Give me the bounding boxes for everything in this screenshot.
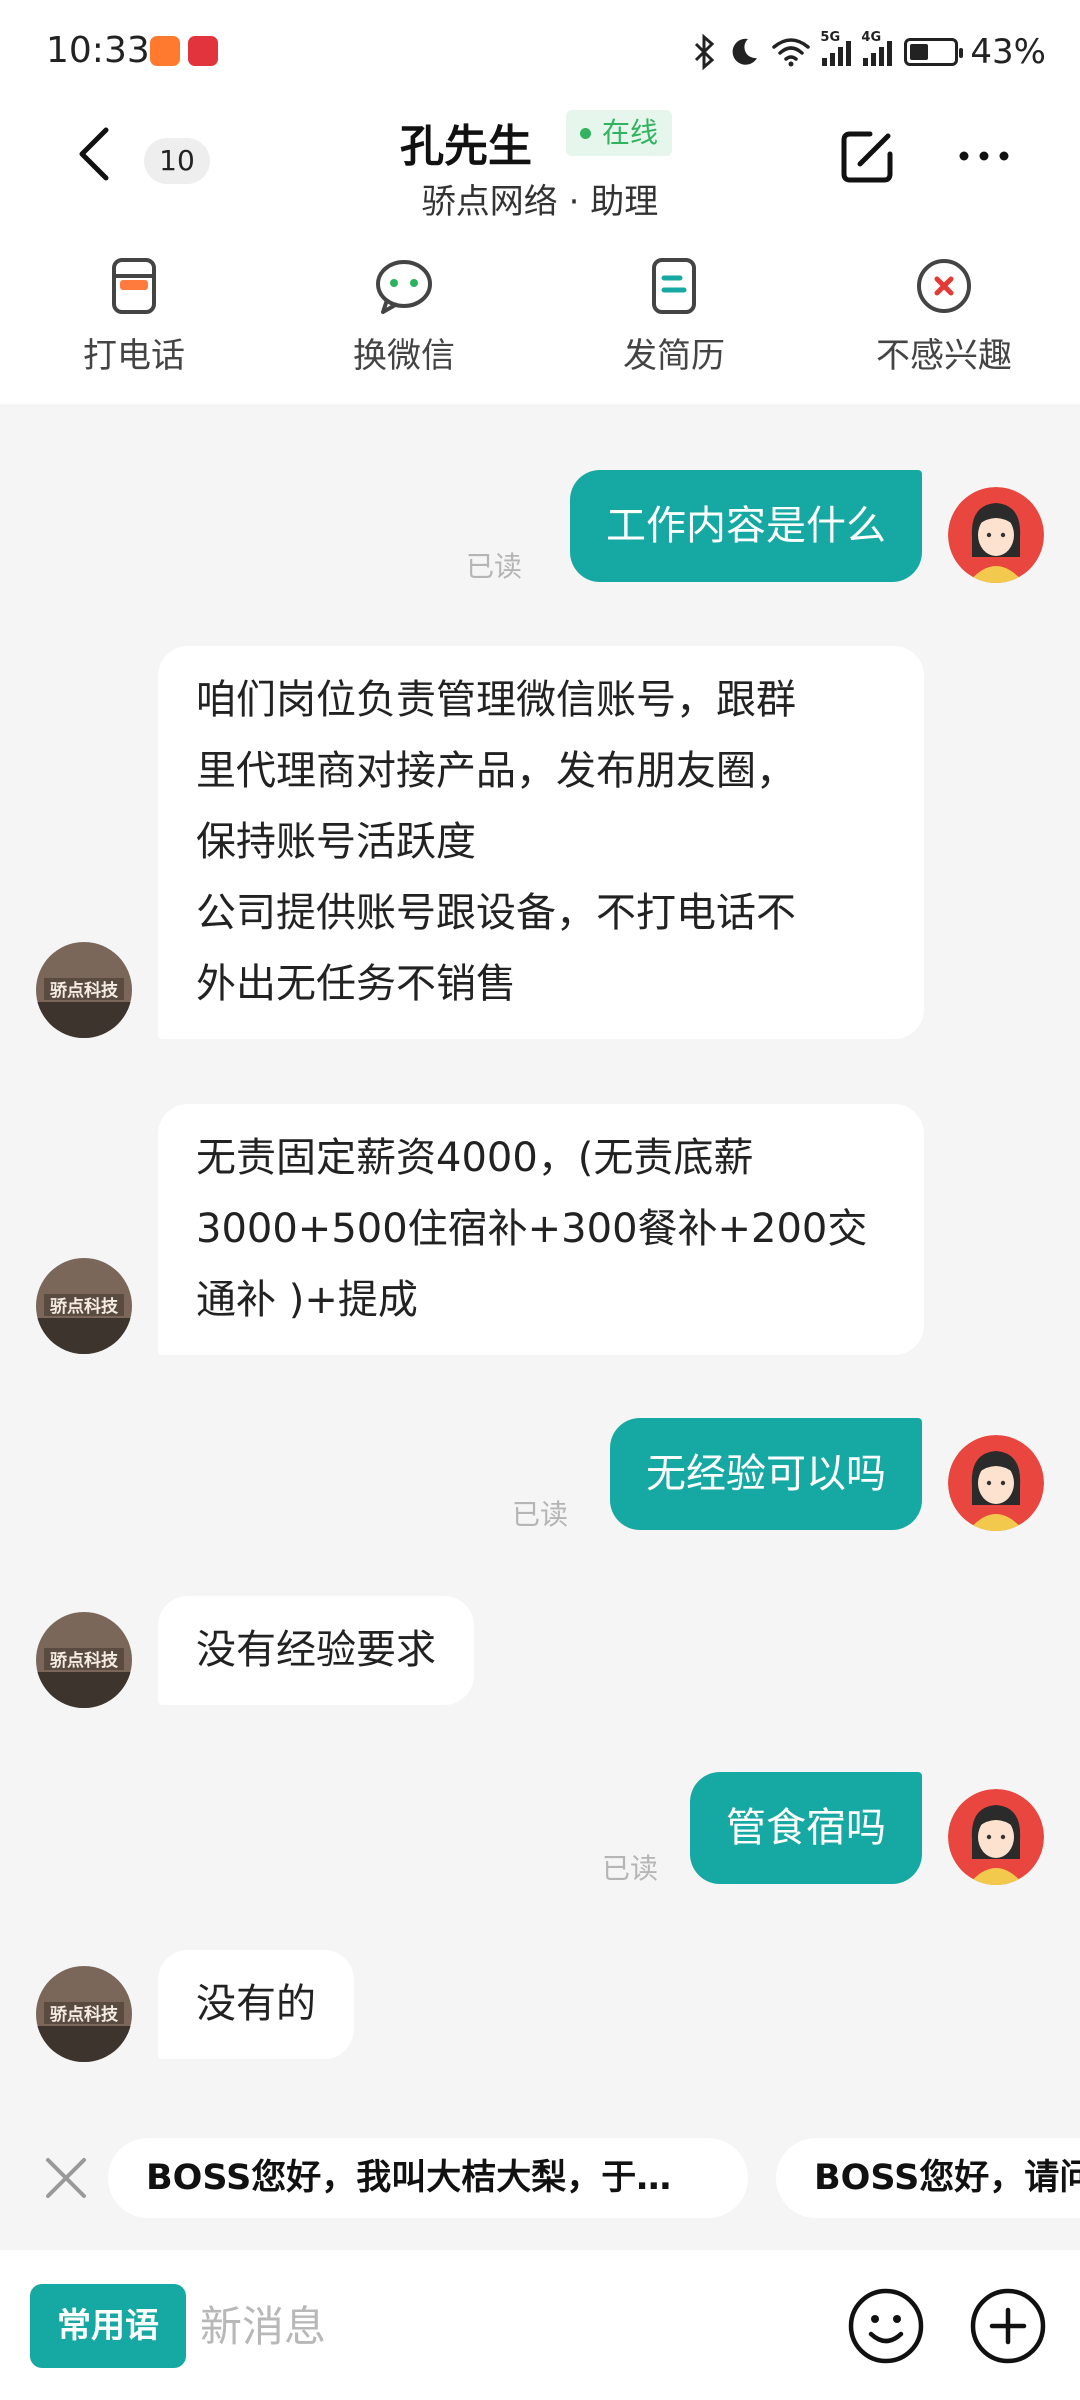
svg-text:骄点科技: 骄点科技 xyxy=(50,980,119,1001)
received-message[interactable]: 咱们岗位负责管理微信账号，跟群 里代理商对接产品，发布朋友圈， 保持账号活跃度 … xyxy=(158,646,924,1039)
quick-reply-bar: BOSS您好，我叫大桔大梨，于… BOSS您好，请问 xyxy=(0,2128,1080,2228)
status-bar: 10:33 5G 4G 43% xyxy=(0,0,1080,96)
phone-icon xyxy=(112,258,156,314)
send-resume-action[interactable]: 发简历 xyxy=(574,256,774,377)
svg-text:骄点科技: 骄点科技 xyxy=(50,1296,119,1317)
battery-percent: 43% xyxy=(970,32,1046,72)
svg-text:骄点科技: 骄点科技 xyxy=(50,2004,119,2025)
sent-message[interactable]: 工作内容是什么 xyxy=(570,470,922,582)
contact-avatar[interactable]: 骄点科技 xyxy=(36,1258,132,1354)
svg-text:骄点科技: 骄点科技 xyxy=(50,1650,119,1671)
common-phrases-button[interactable]: 常用语 xyxy=(30,2284,186,2368)
emoji-icon[interactable] xyxy=(846,2286,926,2366)
not-interested-icon xyxy=(917,259,971,313)
chat-header: 10 孔先生 在线 骄点网络 · 助理 xyxy=(0,96,1080,234)
battery-icon xyxy=(904,38,964,66)
contact-name: 孔先生 xyxy=(400,121,532,172)
received-message[interactable]: 没有的 xyxy=(158,1950,354,2059)
read-receipt: 已读 xyxy=(602,1852,659,1885)
wechat-icon xyxy=(376,260,432,314)
cell-signal-2-icon: 4G xyxy=(861,30,893,66)
contact-avatar[interactable]: 骄点科技 xyxy=(36,1966,132,2062)
cell-signal-1-icon: 5G xyxy=(820,30,852,66)
wifi-icon xyxy=(772,38,811,67)
user-avatar[interactable] xyxy=(948,487,1044,583)
contact-company: 骄点网络 · 助理 xyxy=(421,182,659,222)
user-avatar[interactable] xyxy=(948,1435,1044,1531)
add-attachment-icon[interactable] xyxy=(968,2286,1048,2366)
close-icon[interactable] xyxy=(42,2154,90,2202)
moon-icon xyxy=(733,38,758,65)
gift-notification-icon xyxy=(188,36,218,66)
wechat-action[interactable]: 换微信 xyxy=(304,256,504,377)
contact-avatar[interactable]: 骄点科技 xyxy=(36,1612,132,1708)
message-input-bar: 常用语 xyxy=(0,2250,1080,2400)
bluetooth-icon xyxy=(695,34,715,70)
sent-message[interactable]: 无经验可以吗 xyxy=(610,1418,922,1530)
read-receipt: 已读 xyxy=(466,550,523,583)
status-time: 10:33 xyxy=(46,30,150,71)
contact-avatar[interactable]: 骄点科技 xyxy=(36,942,132,1038)
call-action[interactable]: 打电话 xyxy=(34,256,234,377)
sent-message[interactable]: 管食宿吗 xyxy=(690,1772,922,1884)
read-receipt: 已读 xyxy=(512,1498,569,1531)
more-options-icon[interactable] xyxy=(954,136,1014,176)
quick-reply-chip[interactable]: BOSS您好，请问 xyxy=(776,2138,1080,2218)
online-status-badge: 在线 xyxy=(566,110,673,156)
user-avatar[interactable] xyxy=(948,1789,1044,1885)
message-input[interactable] xyxy=(200,2284,800,2368)
not-interested-action[interactable]: 不感兴趣 xyxy=(844,256,1044,377)
app-notification-icon xyxy=(150,36,180,66)
edit-icon[interactable] xyxy=(836,126,898,188)
received-message[interactable]: 无责固定薪资4000，(无责底薪 3000+500住宿补+300餐补+200交 … xyxy=(158,1104,924,1355)
quick-reply-chip[interactable]: BOSS您好，我叫大桔大梨，于… xyxy=(108,2138,748,2218)
received-message[interactable]: 没有经验要求 xyxy=(158,1596,474,1705)
action-row: 打电话 换微信 发简历 不感兴趣 xyxy=(0,234,1080,404)
resume-icon xyxy=(652,258,696,314)
